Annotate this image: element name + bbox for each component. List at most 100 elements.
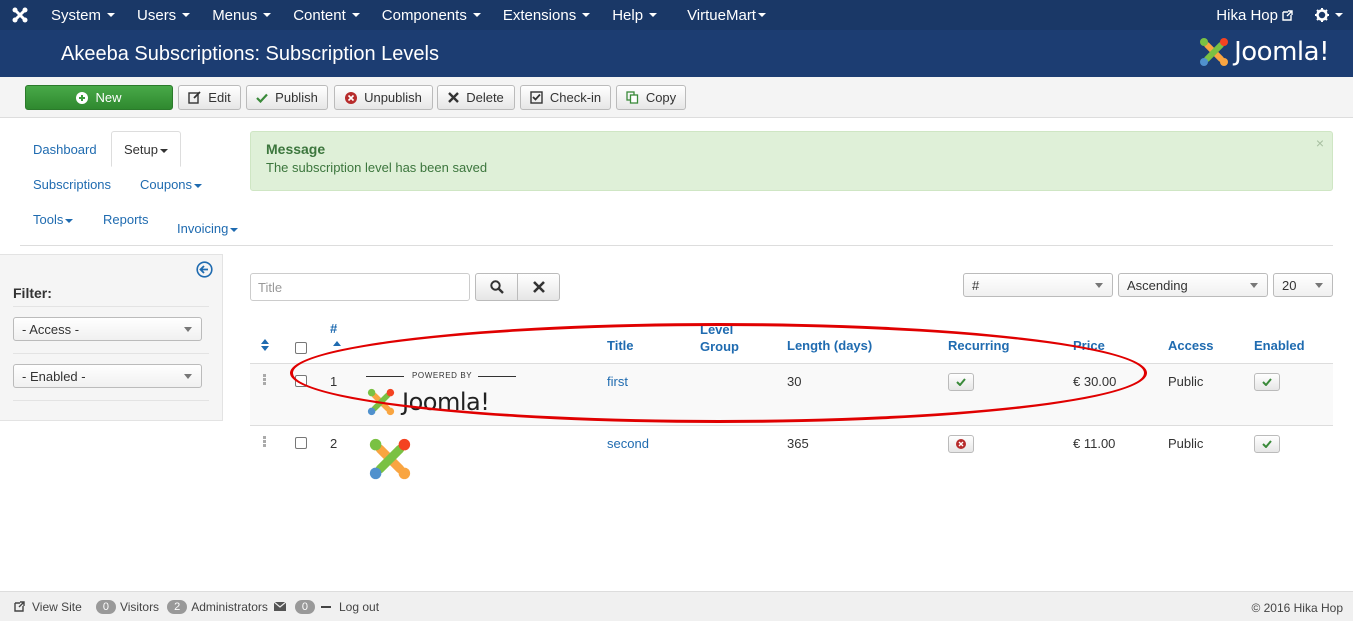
edit-icon — [188, 91, 201, 104]
check-icon — [1262, 378, 1272, 386]
order-by-select[interactable]: # — [963, 273, 1113, 297]
minus-icon — [321, 605, 331, 608]
new-button[interactable]: New — [25, 85, 173, 110]
access-filter-select[interactable]: - Access - — [13, 317, 202, 341]
filter-title: Filter: — [13, 285, 52, 301]
col-header-length[interactable]: Length (days) — [787, 338, 872, 353]
menu-menus[interactable]: Menus — [201, 0, 282, 30]
menu-system[interactable]: System — [40, 0, 126, 30]
caret-down-icon — [182, 13, 191, 17]
row-length: 30 — [787, 374, 802, 389]
administrators-badge: 2 — [167, 599, 188, 614]
menu-help[interactable]: Help — [601, 0, 668, 30]
col-header-title[interactable]: Title — [607, 338, 634, 353]
search-title-input[interactable] — [250, 273, 470, 301]
success-message: Message The subscription level has been … — [250, 131, 1333, 191]
chevron-down-icon — [1315, 283, 1323, 288]
tab-tools[interactable]: Tools — [33, 212, 74, 227]
row-access: Public — [1168, 436, 1204, 451]
view-site-link[interactable]: View Site — [14, 600, 82, 614]
tab-coupons[interactable]: Coupons — [140, 177, 203, 192]
tab-setup[interactable]: Setup — [124, 142, 168, 157]
tab-subscriptions[interactable]: Subscriptions — [33, 177, 111, 192]
message-heading: Message — [266, 141, 326, 157]
row-num: 1 — [330, 374, 338, 389]
cancel-circle-icon — [956, 439, 966, 449]
col-header-price[interactable]: Price — [1073, 338, 1105, 353]
chevron-down-icon — [1095, 283, 1103, 288]
row-access: Public — [1168, 374, 1204, 389]
joomla-logo-icon — [1200, 38, 1229, 66]
checkin-button[interactable]: Check-in — [520, 85, 611, 110]
tab-invoicing[interactable]: Invoicing — [177, 221, 239, 236]
row-title-link[interactable]: first — [607, 374, 628, 389]
row-checkbox[interactable] — [295, 375, 307, 387]
enabled-toggle[interactable] — [1254, 435, 1280, 453]
sort-asc-icon — [333, 341, 341, 346]
divider — [250, 425, 1333, 426]
divider — [13, 400, 209, 401]
drag-handle-icon[interactable] — [263, 374, 266, 386]
joomla-logo: Joomla! — [1198, 36, 1329, 68]
search-button[interactable] — [475, 273, 518, 301]
drag-handle-icon[interactable] — [263, 436, 266, 448]
level-image-joomla-icon — [369, 438, 411, 480]
site-link[interactable]: Hika Hop — [1204, 7, 1305, 24]
row-title-link[interactable]: second — [607, 436, 649, 451]
tab-dashboard[interactable]: Dashboard — [33, 142, 97, 157]
caret-down-icon — [263, 13, 272, 17]
menu-users[interactable]: Users — [126, 0, 201, 30]
chevron-down-icon — [184, 327, 192, 332]
caret-down-icon — [107, 13, 116, 17]
joomla-menu-icon[interactable] — [0, 0, 40, 30]
col-header-access[interactable]: Access — [1168, 338, 1214, 353]
col-header-recurring[interactable]: Recurring — [948, 338, 1009, 353]
visitors-badge: 0 — [95, 599, 116, 614]
publish-button[interactable]: Publish — [246, 85, 328, 110]
select-all-checkbox[interactable] — [295, 342, 307, 354]
tab-reports[interactable]: Reports — [103, 212, 149, 227]
cancel-circle-icon — [345, 91, 358, 104]
enabled-toggle[interactable] — [1254, 373, 1280, 391]
clear-search-button[interactable] — [517, 273, 560, 301]
row-length: 365 — [787, 436, 809, 451]
visitors-status: 0 Visitors — [95, 599, 159, 614]
menu-virtuemart[interactable]: VirtueMart — [676, 0, 777, 30]
settings-menu[interactable] — [1305, 8, 1353, 22]
menu-extensions[interactable]: Extensions — [492, 0, 601, 30]
unpublish-button[interactable]: Unpublish — [334, 85, 433, 110]
external-link-icon — [14, 601, 25, 612]
order-direction-select[interactable]: Ascending — [1118, 273, 1268, 297]
close-message-button[interactable]: × — [1316, 135, 1324, 151]
status-bar: View Site 0 Visitors 2 Administrators 0 … — [0, 591, 1353, 621]
copy-button[interactable]: Copy — [616, 85, 686, 110]
recurring-toggle[interactable] — [948, 373, 974, 391]
filter-sidebar: Filter: - Access - - Enabled - — [0, 254, 223, 421]
list-limit-select[interactable]: 20 — [1273, 273, 1333, 297]
col-header-num[interactable]: # — [330, 321, 337, 336]
envelope-icon — [273, 602, 286, 611]
col-header-enabled[interactable]: Enabled — [1254, 338, 1305, 353]
chevron-down-icon — [1250, 283, 1258, 288]
row-checkbox[interactable] — [295, 437, 307, 449]
check-icon — [956, 378, 966, 386]
logout-link[interactable]: Log out — [321, 600, 379, 614]
row-price: € 30.00 — [1073, 374, 1117, 389]
enabled-filter-select[interactable]: - Enabled - — [13, 364, 202, 388]
search-icon — [489, 280, 504, 294]
edit-button[interactable]: Edit — [178, 85, 241, 110]
recurring-toggle[interactable] — [948, 435, 974, 453]
messages-status[interactable]: 0 — [273, 599, 319, 614]
messages-badge: 0 — [294, 599, 315, 614]
collapse-sidebar-button[interactable] — [196, 261, 213, 281]
col-header-level-group[interactable]: Level Group — [700, 321, 750, 355]
menu-content[interactable]: Content — [282, 0, 371, 30]
external-link-icon — [1282, 9, 1293, 21]
divider — [20, 245, 1333, 246]
page-header: Akeeba Subscriptions: Subscription Level… — [0, 30, 1353, 77]
check-icon — [256, 93, 268, 103]
delete-button[interactable]: Delete — [437, 85, 515, 110]
menu-components[interactable]: Components — [371, 0, 492, 30]
gear-icon — [1315, 8, 1329, 22]
sort-ordering-icon[interactable] — [261, 339, 269, 351]
